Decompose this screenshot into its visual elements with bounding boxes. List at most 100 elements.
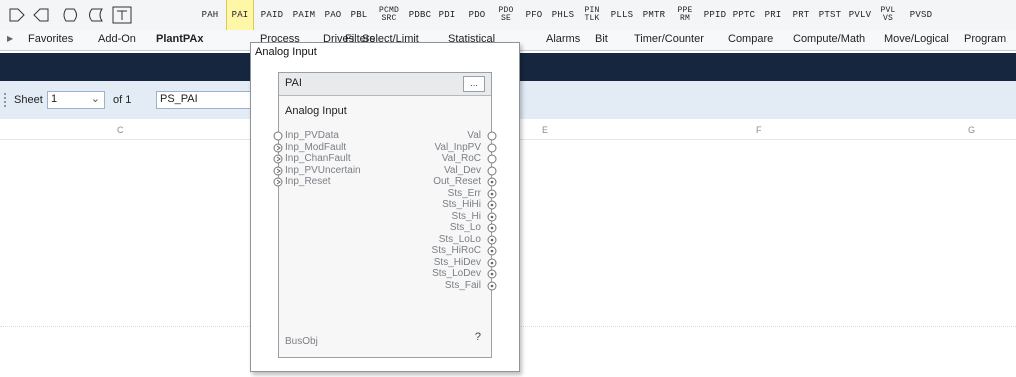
output-connector-dot-icon <box>487 269 497 279</box>
tab-bit[interactable]: Bit <box>595 33 608 45</box>
tab-favorites[interactable]: Favorites <box>28 33 73 45</box>
output-connector-open-icon <box>487 154 497 164</box>
instruction-button-paim[interactable]: PAIM <box>290 0 318 30</box>
instruction-button-pai[interactable]: PAI <box>226 0 254 31</box>
popup-title: Analog Input <box>255 46 317 58</box>
instruction-button-pvlvs[interactable]: PVL VS <box>877 0 899 30</box>
instruction-button-pdose[interactable]: PDO SE <box>495 0 517 30</box>
tab-alarms[interactable]: Alarms <box>546 33 580 45</box>
instruction-button-phls[interactable]: PHLS <box>550 0 576 30</box>
instruction-button-pintlk[interactable]: PIN TLK <box>581 0 603 30</box>
instruction-button-paid[interactable]: PAID <box>258 0 286 30</box>
input-pin-inp-chanfault: Inp_ChanFault <box>285 153 351 164</box>
instruction-button-pbl[interactable]: PBL <box>348 0 370 30</box>
instruction-toolbar: PAH PAI PAID PAIM PAO PBL PCMD SRC PDBC PDI PDO PDO… <box>0 0 1016 31</box>
output-connector-dot-icon <box>487 200 497 210</box>
output-connector-dot-icon <box>487 189 497 198</box>
instruction-line2: VS <box>882 14 893 23</box>
output-coil-shape-icon[interactable] <box>8 8 26 22</box>
instruction-line2: SE <box>500 14 511 23</box>
instruction-button-pvsd[interactable]: PVSD <box>908 0 934 30</box>
routine-name-field[interactable]: PS_PAI <box>156 91 252 109</box>
column-label-e: E <box>542 125 549 135</box>
output-pin-val-dev: Val_Dev <box>443 164 481 176</box>
instruction-button-plls[interactable]: PLLS <box>609 0 635 30</box>
sheet-number-select[interactable]: 1 ⌄ <box>47 91 105 109</box>
instruction-line2: RM <box>679 14 690 23</box>
output-connector-dot-icon <box>487 258 497 267</box>
block-name: PAI <box>285 77 302 89</box>
output-connector-dot-icon <box>487 177 497 187</box>
instruction-button-pmtr[interactable]: PMTR <box>640 0 668 30</box>
output-pin-sts-err: Sts_Err <box>447 187 481 199</box>
tab-add-on[interactable]: Add-On <box>98 33 136 45</box>
output-pin-sts-hihi: Sts_HiHi <box>442 199 481 210</box>
instruction-button-ptst[interactable]: PTST <box>817 0 843 30</box>
input-pin-inp-reset: Inp_Reset <box>285 176 331 187</box>
instruction-line2: SRC <box>381 14 397 23</box>
instruction-button-pah[interactable]: PAH <box>198 0 222 30</box>
input-pin-inp-modfault: Inp_ModFault <box>285 141 347 153</box>
bus-status-indicator: ? <box>474 331 481 343</box>
input-pin-inp-pvuncertain: Inp_PVUncertain <box>285 164 361 176</box>
output-pin-sts-fail: Sts_Fail <box>444 279 481 291</box>
block-header: PAI ... <box>279 73 491 96</box>
sheet-number-value: 1 <box>51 93 58 105</box>
tab-move-logical[interactable]: Move/Logical <box>884 33 949 45</box>
instruction-button-pcmdsrc[interactable]: PCMD SRC <box>377 0 401 30</box>
grip-icon <box>4 93 9 107</box>
instruction-button-pperm[interactable]: PPE RM <box>672 0 698 30</box>
column-label-c: C <box>117 125 124 135</box>
instruction-tooltip-popup: Analog Input PAI ... Analog Input Inp_PV… <box>250 42 520 372</box>
input-shape-icon[interactable] <box>32 8 50 22</box>
output-connector-open-icon <box>487 131 497 141</box>
output-pin-val-roc: Val_RoC <box>441 153 481 164</box>
output-pin-sts-hi: Sts_Hi <box>451 210 481 222</box>
instruction-button-pdbc[interactable]: PDBC <box>407 0 433 30</box>
output-connector-open-icon <box>487 166 497 175</box>
instruction-button-pdi[interactable]: PDI <box>436 0 458 30</box>
output-connector-dot-icon <box>487 246 497 256</box>
sheet-label: Sheet <box>14 94 43 106</box>
text-box-icon[interactable] <box>112 6 132 24</box>
instruction-button-ppid[interactable]: PPID <box>703 0 727 30</box>
output-pin-out-reset: Out_Reset <box>433 176 481 187</box>
instruction-button-pvlv[interactable]: PVLV <box>847 0 873 30</box>
output-pin-val-inppv: Val_InpPV <box>434 141 481 153</box>
tab-compute-math[interactable]: Compute/Math <box>793 33 865 45</box>
function-block-pai: PAI ... Analog Input Inp_PVData Inp_ModFa… <box>273 72 497 358</box>
ocon-shape-icon[interactable] <box>62 8 80 22</box>
instruction-button-pfo[interactable]: PFO <box>522 0 546 30</box>
icon-shape-icon[interactable] <box>86 8 104 22</box>
routine-name-value: PS_PAI <box>160 93 198 105</box>
sheet-count-label: of 1 <box>113 94 132 106</box>
input-connector-arrow-icon <box>273 177 283 187</box>
input-connector-arrow-icon <box>273 143 283 152</box>
column-label-g: G <box>968 125 976 135</box>
instruction-button-pptc[interactable]: PPTC <box>731 0 757 30</box>
instruction-button-pao[interactable]: PAO <box>322 0 344 30</box>
input-pin-inp-pvdata: Inp_PVData <box>285 130 339 141</box>
tab-program[interactable]: Program <box>964 33 1006 45</box>
tabs-scroll-arrow-icon[interactable]: ▶ <box>7 34 13 43</box>
instruction-button-pri[interactable]: PRI <box>761 0 785 30</box>
chevron-down-icon: ⌄ <box>90 93 100 105</box>
output-connector-dot-icon <box>487 223 497 233</box>
output-connector-dot-icon <box>487 281 497 290</box>
tab-compare[interactable]: Compare <box>728 33 773 45</box>
block-description: Analog Input <box>285 105 347 117</box>
output-pin-sts-hidev: Sts_HiDev <box>433 256 481 268</box>
input-connector-arrow-icon <box>273 166 283 175</box>
output-connector-dot-icon <box>487 212 497 221</box>
block-properties-button[interactable]: ... <box>463 76 485 92</box>
output-pin-sts-lodev: Sts_LoDev <box>432 268 481 279</box>
output-pin-sts-hiroc: Sts_HiRoC <box>431 245 481 256</box>
tab-timer-counter[interactable]: Timer/Counter <box>634 33 704 45</box>
tab-plantpax[interactable]: PlantPAx <box>156 33 203 45</box>
instruction-button-prt[interactable]: PRT <box>790 0 812 30</box>
output-connector-dot-icon <box>487 235 497 244</box>
output-connector-open-icon <box>487 143 497 152</box>
output-pin-sts-lolo: Sts_LoLo <box>438 233 481 245</box>
instruction-button-pdo[interactable]: PDO <box>465 0 489 30</box>
bus-object-label: BusObj <box>285 336 318 347</box>
